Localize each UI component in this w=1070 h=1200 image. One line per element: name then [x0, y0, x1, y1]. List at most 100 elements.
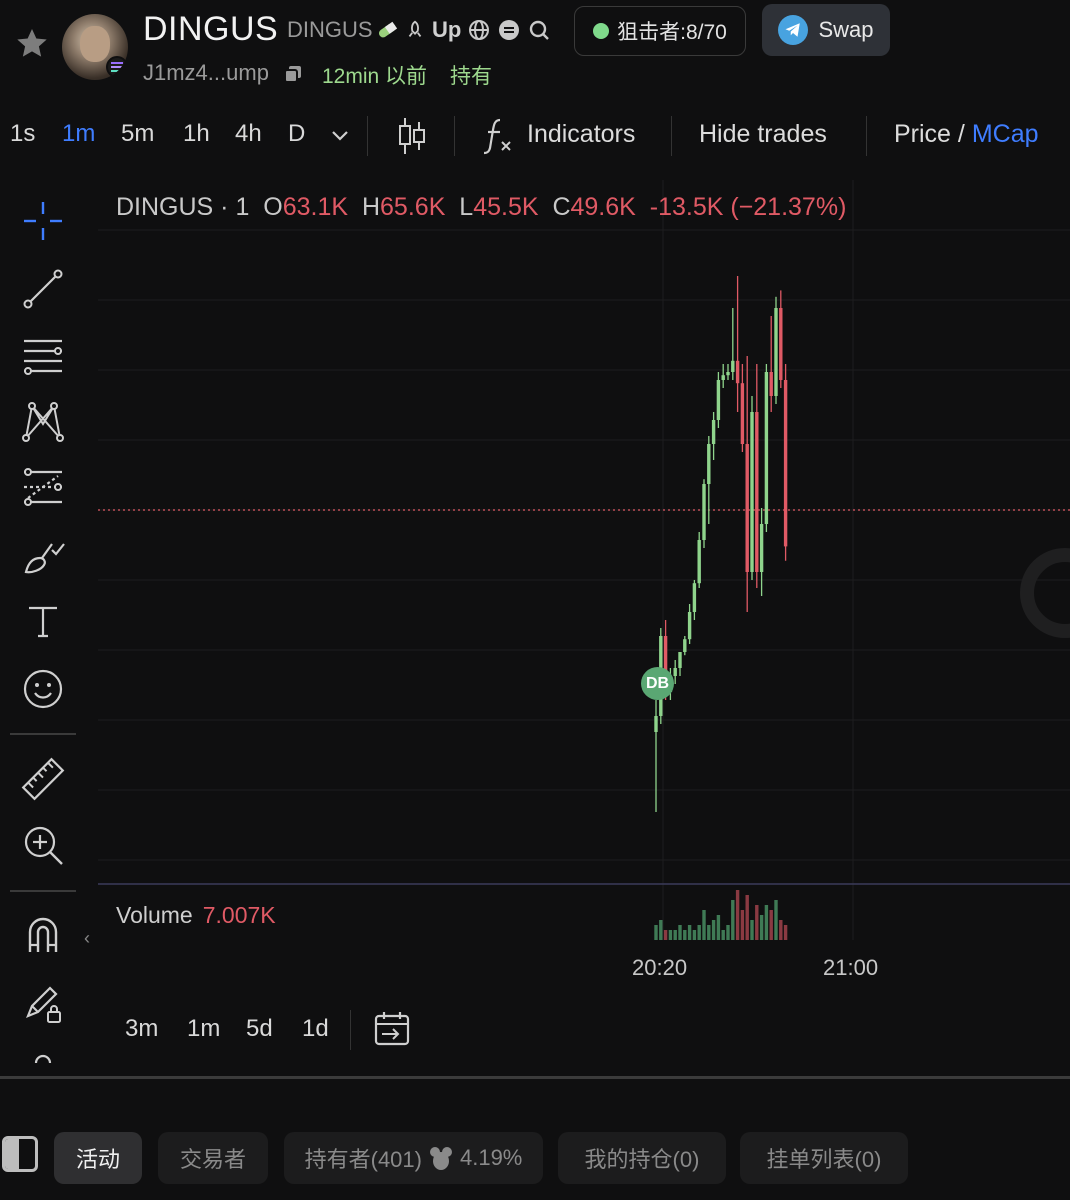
fib-tool-icon[interactable] [16, 460, 70, 514]
candle-body [711, 420, 716, 444]
range-3m[interactable]: 3m [125, 1015, 158, 1043]
legend-open: 63.1K [282, 193, 349, 221]
range-1d[interactable]: 1d [302, 1015, 329, 1043]
sniper-badge[interactable]: 狙击者:8/70 [574, 6, 746, 56]
legend-change: -13.5K (−21.37%) [649, 193, 847, 221]
pill-icon[interactable] [376, 19, 398, 41]
candle-body [779, 308, 783, 380]
volume-bar [774, 900, 778, 940]
slash-label: / [957, 120, 965, 148]
tab-traders[interactable]: 交易者 [158, 1132, 268, 1184]
timeframe-1s[interactable]: 1s [10, 120, 35, 148]
crosshair-icon[interactable] [16, 194, 70, 248]
token-symbol: DINGUS [287, 17, 373, 42]
ruler-icon[interactable] [16, 752, 70, 806]
candle-body [769, 372, 773, 396]
legend-c-label: C [552, 193, 571, 221]
status-dot-icon [593, 23, 610, 39]
price-chart[interactable] [98, 180, 1070, 940]
volume-bar [711, 920, 716, 940]
candle-body [731, 360, 735, 372]
x-tick-2020: 20:20 [632, 955, 688, 980]
candle-body [740, 383, 745, 444]
legend-name: DINGUS · 1 [116, 193, 250, 221]
chart-toolbar: 1s 1m 5m 1h 4h D Indicators Hide trades … [0, 108, 1070, 164]
timeframe-5m[interactable]: 5m [121, 120, 154, 148]
brush-icon[interactable] [16, 528, 70, 582]
sidebar-toggle-icon[interactable] [2, 1136, 38, 1172]
volume-bar [740, 910, 745, 940]
timeframe-1m[interactable]: 1m [62, 120, 95, 148]
indicators-button[interactable]: Indicators [527, 120, 635, 149]
candle-body [721, 375, 725, 380]
candle-body [783, 380, 788, 547]
hide-trades-button[interactable]: Hide trades [699, 120, 827, 149]
swap-label: Swap [818, 17, 874, 42]
up-label[interactable]: Up [432, 17, 461, 43]
timeframe-d[interactable]: D [288, 120, 305, 148]
candle-body [702, 484, 706, 540]
rocket-icon[interactable] [404, 19, 426, 41]
candle-body [697, 540, 701, 584]
volume-bar [716, 915, 721, 940]
more-tools-icon[interactable] [16, 1042, 70, 1068]
volume-bar [654, 925, 658, 940]
timeframe-1h[interactable]: 1h [183, 120, 210, 148]
search-icon[interactable] [527, 18, 551, 42]
ohlc-legend: DINGUS · 1 O63.1K H65.6K L45.5K C49.6K -… [116, 193, 846, 222]
collapse-toolbar-icon[interactable]: ‹ [84, 928, 90, 949]
tab-my-position[interactable]: 我的持仓(0) [558, 1132, 726, 1184]
tab-orders-label: 挂单列表(0) [766, 1147, 882, 1172]
star-icon[interactable] [14, 26, 50, 62]
volume-bar [750, 920, 754, 940]
range-1m[interactable]: 1m [187, 1015, 220, 1043]
text-tool-icon[interactable] [16, 594, 70, 648]
timeframe-4h[interactable]: 4h [235, 120, 262, 148]
function-icon[interactable] [482, 116, 514, 156]
emoji-icon[interactable] [16, 662, 70, 716]
chat-icon[interactable] [497, 18, 521, 42]
legend-high: 65.6K [380, 193, 446, 221]
candle-body [673, 668, 677, 676]
candle-body [678, 652, 682, 668]
volume-bar [678, 925, 682, 940]
token-title: DINGUS [143, 10, 279, 48]
swap-button[interactable]: Swap [762, 4, 890, 56]
token-links: Up [376, 16, 551, 44]
lock-drawing-icon[interactable] [16, 976, 70, 1030]
token-address[interactable]: J1mz4...ump [143, 60, 269, 86]
sniper-label: 狙击者:8/70 [617, 21, 727, 44]
zoom-in-icon[interactable] [16, 818, 70, 872]
chevron-down-icon[interactable] [330, 128, 350, 144]
tab-orders[interactable]: 挂单列表(0) [740, 1132, 908, 1184]
volume-bar [769, 910, 773, 940]
mcap-label: MCap [971, 120, 1039, 148]
copy-icon[interactable] [283, 64, 303, 84]
candle-body [764, 372, 769, 524]
volume-bar [779, 920, 783, 940]
token-avatar[interactable] [62, 14, 128, 80]
price-mcap-toggle[interactable]: Price / MCap [894, 120, 1039, 149]
tab-activity-label: 活动 [75, 1147, 120, 1172]
pattern-icon[interactable] [16, 394, 70, 448]
volume-bar [726, 925, 730, 940]
candle-body [755, 412, 759, 572]
horizontal-lines-icon[interactable] [16, 328, 70, 382]
tab-holders[interactable]: 持有者(401) 4.19% [284, 1132, 543, 1184]
dev-buy-marker[interactable]: DB [641, 667, 674, 700]
range-5d[interactable]: 5d [246, 1015, 273, 1043]
tab-my-position-label: 我的持仓(0) [584, 1147, 700, 1172]
volume-bar [663, 930, 668, 940]
candle-body [654, 716, 658, 732]
candle-type-icon[interactable] [396, 116, 428, 156]
goto-date-icon[interactable] [372, 1010, 412, 1050]
trading-app: DINGUS DINGUS Up J1mz4...ump 12min 以前 持有… [0, 0, 1070, 1200]
trend-line-icon[interactable] [16, 262, 70, 316]
tab-activity[interactable]: 活动 [54, 1132, 142, 1184]
volume-bar [745, 895, 749, 940]
candle-body [726, 372, 730, 376]
magnet-icon[interactable] [16, 908, 70, 962]
tab-traders-label: 交易者 [179, 1147, 246, 1172]
globe-icon[interactable] [467, 18, 491, 42]
legend-h-label: H [361, 193, 381, 221]
